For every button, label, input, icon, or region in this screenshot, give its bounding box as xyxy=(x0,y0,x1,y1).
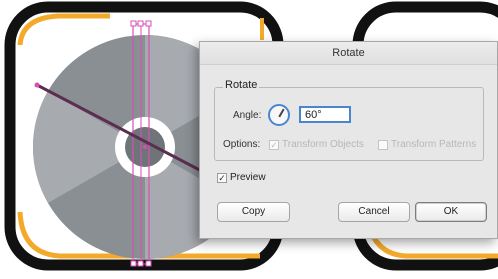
handle-bottom-left xyxy=(130,260,137,267)
transform-patterns-label: Transform Patterns xyxy=(391,139,477,150)
handle-bottom-right xyxy=(145,260,152,267)
transform-objects-label: Transform Objects xyxy=(282,139,364,150)
angle-dial-needle xyxy=(278,108,285,118)
handle-top-right xyxy=(145,20,152,27)
transform-patterns-checkbox[interactable] xyxy=(378,140,388,150)
preview-label: Preview xyxy=(230,172,266,183)
angle-dial-icon[interactable] xyxy=(268,104,290,126)
handle-top-left xyxy=(130,20,137,27)
handle-bottom-middle xyxy=(137,260,144,267)
dialog-title: Rotate xyxy=(200,42,497,65)
angle-input[interactable]: 60° xyxy=(299,106,351,123)
ok-button[interactable]: OK xyxy=(415,202,487,222)
copy-button[interactable]: Copy xyxy=(217,202,290,222)
rotation-center-point xyxy=(143,145,147,149)
angle-label: Angle: xyxy=(233,110,262,121)
rotate-dialog: Rotate Rotate Angle: 60° Options: ✓ Tran… xyxy=(199,41,498,239)
rotation-line-endpoint xyxy=(34,82,40,88)
rotate-group-title: Rotate xyxy=(223,79,260,91)
cancel-button[interactable]: Cancel xyxy=(338,202,410,222)
handle-top-middle xyxy=(137,20,144,27)
transform-objects-checkbox[interactable]: ✓ xyxy=(269,140,279,150)
options-label: Options: xyxy=(223,139,261,150)
preview-checkbox[interactable]: ✓ xyxy=(217,173,227,183)
